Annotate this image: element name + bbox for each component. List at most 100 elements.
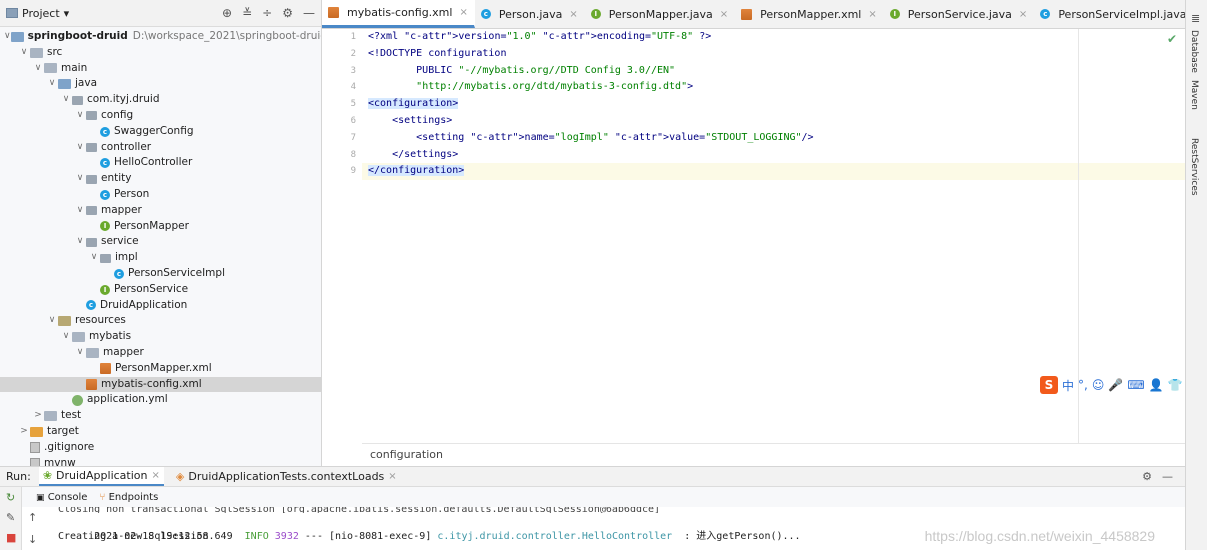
tree-item[interactable]: ∨ mapper <box>0 203 321 219</box>
locate-icon[interactable]: ⊕ <box>222 6 232 20</box>
breadcrumb-item[interactable]: configuration <box>370 448 443 461</box>
chevron-down-icon[interactable]: ∨ <box>74 140 86 156</box>
project-panel-header: Project ▾ ⊕ ≚ ÷ ⚙ — <box>0 0 321 27</box>
chevron-right-icon[interactable]: > <box>32 408 44 424</box>
tree-item[interactable]: I PersonMapper <box>0 219 321 235</box>
restservices-tool-tab[interactable]: RestServices <box>1189 138 1199 196</box>
tree-item[interactable]: ∨ controller <box>0 140 321 156</box>
tree-item[interactable]: c SwaggerConfig <box>0 124 321 140</box>
editor-tab[interactable]: mybatis-config.xml × <box>322 0 475 28</box>
chevron-down-icon[interactable]: ∨ <box>74 234 86 250</box>
chevron-down-icon[interactable]: ∨ <box>32 61 44 77</box>
tree-item[interactable]: I PersonService <box>0 282 321 298</box>
sogou-logo-icon[interactable]: S <box>1040 376 1058 394</box>
menu-icon[interactable]: ≣ <box>1191 12 1203 25</box>
tree-item[interactable]: ∨ service <box>0 234 321 250</box>
hide-panel-icon[interactable]: — <box>303 6 315 20</box>
rerun-icon[interactable]: ↻ <box>6 491 15 504</box>
tree-item[interactable]: PersonMapper.xml <box>0 361 321 377</box>
chevron-down-icon[interactable]: ∨ <box>74 345 86 361</box>
code-line[interactable]: <!DOCTYPE configuration <box>362 46 1185 63</box>
tree-item[interactable]: c HelloController <box>0 155 321 171</box>
console-tab[interactable]: ▣ Console <box>36 492 87 503</box>
close-icon[interactable]: × <box>152 470 160 481</box>
chevron-down-icon[interactable]: ∨ <box>88 250 100 266</box>
run-tab-druid-application[interactable]: ❀ DruidApplication × <box>38 467 164 486</box>
ime-keyboard-icon[interactable]: ⌨ <box>1127 378 1144 392</box>
endpoints-tab[interactable]: ⑂ Endpoints <box>99 492 158 503</box>
tree-item[interactable]: mybatis-config.xml <box>0 376 321 393</box>
code-line[interactable]: </settings> <box>362 147 1185 164</box>
tree-item[interactable]: ∨ impl <box>0 250 321 266</box>
close-icon[interactable]: × <box>569 9 577 20</box>
chevron-down-icon[interactable]: ∨ <box>60 92 72 108</box>
tree-item[interactable]: ∨ entity <box>0 171 321 187</box>
close-icon[interactable]: × <box>868 9 876 20</box>
tree-item[interactable]: > test <box>0 408 321 424</box>
settings-gear-icon[interactable]: ⚙ <box>282 6 293 20</box>
chevron-down-icon[interactable]: ∨ <box>74 203 86 219</box>
close-icon[interactable]: × <box>459 7 467 18</box>
tree-item[interactable]: .gitignore <box>0 440 321 456</box>
arrow-down-icon[interactable]: ↓ <box>28 533 37 546</box>
log-class[interactable]: c.ityj.druid.controller.HelloController <box>437 531 672 542</box>
chevron-down-icon[interactable]: ∨ <box>60 329 72 345</box>
code-line[interactable]: </configuration> <box>362 163 1185 181</box>
wrench-icon[interactable]: ✎ <box>6 511 15 524</box>
close-icon[interactable]: × <box>720 9 728 20</box>
chevron-down-icon[interactable]: ∨ <box>74 108 86 124</box>
chevron-right-icon[interactable]: > <box>18 424 30 440</box>
tree-item[interactable]: ∨ mapper <box>0 345 321 361</box>
close-icon[interactable]: × <box>388 471 396 482</box>
collapse-all-icon[interactable]: ÷ <box>262 6 272 20</box>
expand-all-icon[interactable]: ≚ <box>242 6 252 20</box>
editor-tab[interactable]: PersonMapper.xml × <box>735 0 884 28</box>
chevron-down-icon[interactable]: ∨ <box>74 171 86 187</box>
ime-user-icon[interactable]: 👤 <box>1149 378 1164 392</box>
editor-tab[interactable]: cPersonServiceImpl.java× <box>1034 0 1185 28</box>
arrow-up-icon[interactable]: ↑ <box>28 511 37 524</box>
code-line[interactable]: <configuration> <box>362 96 1185 113</box>
tree-item[interactable]: ∨ config <box>0 108 321 124</box>
editor-tab[interactable]: I PersonMapper.java × <box>585 0 735 28</box>
code-line[interactable]: "http://mybatis.org/dtd/mybatis-3-config… <box>362 79 1185 96</box>
code-line[interactable]: <settings> <box>362 113 1185 130</box>
ime-punctuation-icon[interactable]: °, <box>1078 378 1088 392</box>
gear-icon[interactable]: ⚙ <box>1142 470 1152 483</box>
tree-item[interactable]: c PersonServiceImpl <box>0 266 321 282</box>
editor-tab[interactable]: I PersonService.java × <box>884 0 1035 28</box>
tree-item[interactable]: ∨ com.ityj.druid <box>0 92 321 108</box>
tree-item[interactable]: ∨ java <box>0 76 321 92</box>
chevron-down-icon[interactable]: ∨ <box>46 313 58 329</box>
tree-item[interactable]: ∨ src <box>0 45 321 61</box>
chevron-down-icon[interactable]: ∨ <box>18 45 30 61</box>
editor-breadcrumb[interactable]: configuration <box>362 443 1185 466</box>
code-line[interactable]: <?xml "c-attr">version="1.0" "c-attr">en… <box>362 29 1185 46</box>
editor-tab[interactable]: c Person.java × <box>475 0 585 28</box>
hide-panel-icon[interactable]: — <box>1162 470 1173 483</box>
ime-voice-icon[interactable]: 🎤 <box>1108 378 1123 392</box>
tree-item[interactable]: c DruidApplication <box>0 298 321 314</box>
tree-item[interactable]: ∨ main <box>0 61 321 77</box>
tree-item[interactable]: c Person <box>0 187 321 203</box>
ime-chinese-icon[interactable]: 中 <box>1062 377 1074 394</box>
project-view-selector[interactable]: Project ▾ <box>6 7 69 20</box>
close-icon[interactable]: × <box>1019 9 1027 20</box>
database-tool-tab[interactable]: Database <box>1189 30 1199 73</box>
tree-root[interactable]: ∨ springboot-druid D:\workspace_2021\spr… <box>0 29 321 45</box>
tree-item[interactable]: application.yml <box>0 392 321 408</box>
maven-tool-tab[interactable]: Maven <box>1189 80 1199 110</box>
ime-skin-icon[interactable]: 👕 <box>1168 378 1183 392</box>
inspection-ok-icon[interactable]: ✔ <box>1167 32 1177 46</box>
tree-item[interactable]: > target <box>0 424 321 440</box>
chevron-down-icon[interactable]: ∨ <box>4 29 11 45</box>
code-line[interactable]: <setting "c-attr">name="logImpl" "c-attr… <box>362 130 1185 147</box>
tree-item[interactable]: mvnw <box>0 456 321 466</box>
code-line[interactable]: PUBLIC "-//mybatis.org//DTD Config 3.0//… <box>362 63 1185 80</box>
tree-item[interactable]: ∨ resources <box>0 313 321 329</box>
ime-emoji-icon[interactable]: ☺ <box>1092 378 1105 392</box>
chevron-down-icon[interactable]: ∨ <box>46 76 58 92</box>
run-tab-tests[interactable]: ◈ DruidApplicationTests.contextLoads × <box>172 467 401 486</box>
tree-item[interactable]: ∨ mybatis <box>0 329 321 345</box>
stop-icon[interactable]: ■ <box>6 531 16 544</box>
